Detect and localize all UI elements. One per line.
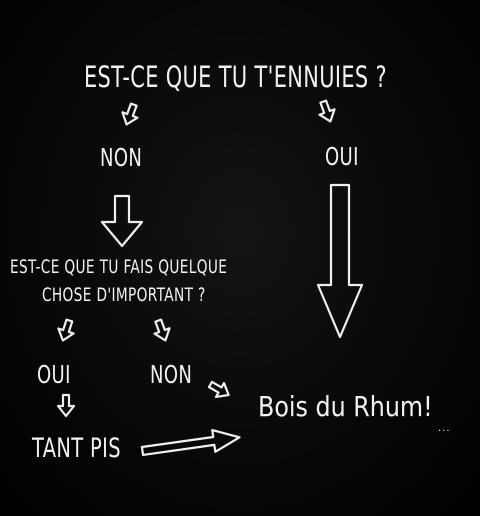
chalkboard: EST-CE QUE TU T'ENNUIES ? NON OUI EST-CE…: [0, 0, 480, 516]
arrow-oui-to-tantpis-icon: [56, 393, 76, 418]
arrow-non-to-rhum-icon: [207, 380, 230, 399]
arrow-q2-to-non-icon: [153, 318, 171, 342]
arrow-q2-to-oui-icon: [57, 318, 75, 342]
arrow-q1-to-oui-icon: [318, 99, 336, 123]
arrow-tantpis-to-rhum-icon: [140, 428, 241, 457]
arrow-q1-to-non-icon: [121, 102, 139, 126]
arrow-non-to-q2-icon: [100, 194, 144, 248]
arrow-oui-to-rhum-icon: [316, 183, 364, 339]
flow-arrows: [56, 99, 364, 457]
